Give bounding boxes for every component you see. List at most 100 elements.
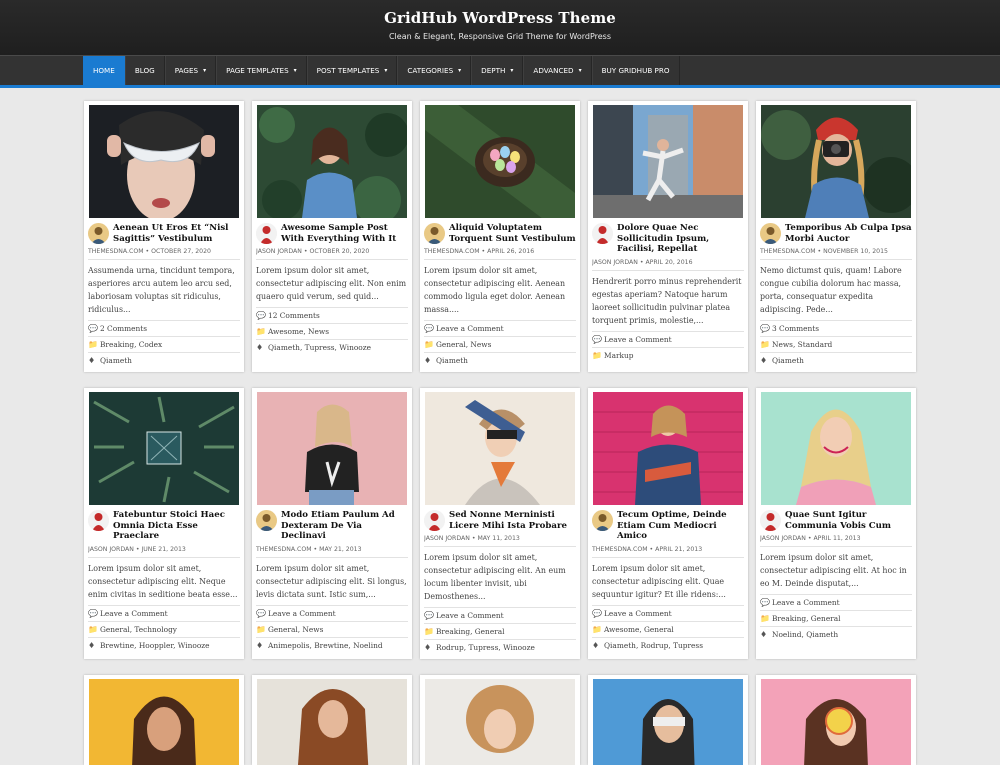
post-comments-links[interactable]: Leave a Comment [436, 324, 504, 333]
post-thumbnail-image[interactable] [593, 105, 743, 218]
post-thumbnail-image[interactable] [89, 392, 239, 505]
post-excerpt: Lorem ipsum dolor sit amet, consectetur … [424, 553, 566, 601]
post-thumbnail-image[interactable] [593, 679, 743, 765]
folder-icon: 📁 [424, 627, 434, 636]
nav-item-post-templates[interactable]: Post Templates ▾ [306, 56, 398, 85]
post-title[interactable]: Dolore Quae Nec Sollicitudin Ipsum, Faci… [617, 223, 744, 255]
post-comments-links[interactable]: 2 Comments [100, 324, 147, 333]
post-author[interactable]: JASON JORDAN [256, 248, 302, 255]
nav-item-pages[interactable]: Pages ▾ [164, 56, 217, 85]
caret-down-icon: ▾ [384, 67, 388, 74]
post-thumbnail-image[interactable] [761, 679, 911, 765]
post-thumbnail-image[interactable] [425, 679, 575, 765]
post-categories-links[interactable]: Awesome, News [268, 327, 329, 336]
post-author[interactable]: THEMESDNA.COM [760, 248, 816, 255]
post-tags-links[interactable]: Animepolis, Brewtine, Noelind [268, 641, 383, 650]
author-avatar [424, 510, 445, 531]
post-title[interactable]: Aliquid Voluptatem Torquent Sunt Vestibu… [449, 223, 576, 244]
post-thumbnail-image[interactable] [761, 105, 911, 218]
post-author[interactable]: THEMESDNA.COM [256, 546, 312, 553]
post-categories-links[interactable]: Awesome, General [604, 625, 674, 634]
author-avatar [256, 223, 277, 244]
post-comments-links[interactable]: Leave a Comment [604, 609, 672, 618]
post-tags-links[interactable]: Brewtine, Hooppler, Winooze [100, 641, 210, 650]
post-tags-links[interactable]: Qiameth, Rodrup, Tupress [604, 641, 703, 650]
post-comments-links[interactable]: Leave a Comment [604, 335, 672, 344]
post-categories-links[interactable]: Markup [604, 351, 633, 360]
nav-item-home[interactable]: Home [83, 56, 125, 85]
post-categories-links[interactable]: Breaking, Codex [100, 340, 162, 349]
post-title[interactable]: Fatebuntur Stoici Haec Omnia Dicta Esse … [113, 510, 240, 542]
post-title[interactable]: Quae Sunt Igitur Communia Vobis Cum [785, 510, 912, 531]
post-comments-links[interactable]: Leave a Comment [100, 609, 168, 618]
folder-icon: 📁 [88, 624, 98, 634]
post-thumbnail-image[interactable] [425, 392, 575, 505]
post-comments: 💬 3 Comments [760, 320, 912, 336]
post-categories: 📁 Breaking, General [760, 610, 912, 626]
post-date: OCTOBER 20, 2020 [309, 248, 370, 255]
posts-area: Aenean Ut Eros Et “Nisl Sagittis” Vestib… [0, 88, 1000, 765]
post-categories: 📁 Breaking, General [424, 623, 576, 639]
folder-icon: 📁 [88, 340, 98, 349]
post-thumbnail-image[interactable] [425, 105, 575, 218]
post-categories-links[interactable]: Breaking, General [772, 614, 841, 623]
post-title[interactable]: Sed Nonne Merninisti Licere Mihi Ista Pr… [449, 510, 576, 531]
post-comments-links[interactable]: Leave a Comment [772, 598, 840, 607]
post-tags-links[interactable]: Qiameth [436, 356, 468, 365]
post-title[interactable]: Temporibus Ab Culpa Ipsa Morbi Auctor [785, 223, 912, 244]
post-card [252, 675, 412, 765]
post-thumbnail-image[interactable] [257, 392, 407, 505]
post-author[interactable]: JASON JORDAN [760, 535, 806, 542]
post-author[interactable]: JASON JORDAN [88, 546, 134, 553]
post-title[interactable]: Modo Etiam Paulum Ad Dexteram De Via Dec… [281, 510, 408, 542]
post-categories: 📁 News, Standard [760, 336, 912, 352]
post-categories-links[interactable]: News, Standard [772, 340, 832, 349]
post-categories-links[interactable]: Breaking, General [436, 627, 505, 636]
nav-item-label: Pages [174, 66, 199, 75]
post-tags-links[interactable]: Qiameth, Tupress, Winooze [268, 343, 371, 352]
post-author[interactable]: THEMESDNA.COM [424, 248, 480, 255]
nav-item-page-templates[interactable]: Page Templates ▾ [216, 56, 307, 85]
post-tags-links[interactable]: Noelind, Qiameth [772, 630, 838, 639]
post-author[interactable]: JASON JORDAN [592, 259, 638, 266]
post-tags-links[interactable]: Rodrup, Tupress, Winooze [436, 643, 535, 652]
post-thumbnail-image[interactable] [257, 105, 407, 218]
post-comments-links[interactable]: 3 Comments [772, 324, 819, 333]
post-author[interactable]: JASON JORDAN [424, 535, 470, 542]
post-categories-links[interactable]: General, News [268, 625, 323, 634]
post-categories-links[interactable]: General, Technology [100, 625, 177, 634]
nav-item-advanced[interactable]: Advanced ▾ [523, 56, 592, 85]
post-categories-links[interactable]: General, News [436, 340, 491, 349]
nav-item-categories[interactable]: Categories ▾ [397, 56, 472, 85]
post-tags-links[interactable]: Qiameth [772, 356, 804, 365]
post-title[interactable]: Aenean Ut Eros Et “Nisl Sagittis” Vestib… [113, 223, 240, 244]
nav-item-buy-gridhub-pro[interactable]: Buy GridHub Pro [591, 56, 680, 85]
post-comments-links[interactable]: 12 Comments [268, 311, 320, 320]
tag-icon: ♦ [424, 356, 432, 365]
primary-navigation: Home Blog Pages ▾ Page Templates ▾ Post Templa… [0, 55, 1000, 88]
post-excerpt: Lorem ipsum dolor sit amet, consectetur … [424, 266, 566, 314]
site-title[interactable]: GridHub WordPress Theme [0, 0, 1000, 27]
tag-icon: ♦ [592, 640, 600, 650]
nav-item-blog[interactable]: Blog [124, 56, 165, 85]
comments-icon: 💬 [760, 324, 770, 333]
post-tags-links[interactable]: Qiameth [100, 356, 132, 365]
post-author[interactable]: THEMESDNA.COM [592, 546, 648, 553]
post-title[interactable]: Tecum Optime, Deinde Etiam Cum Mediocri … [617, 510, 744, 542]
post-title[interactable]: Awesome Sample Post With Everything With… [281, 223, 408, 244]
post-meta: JASON JORDAN • OCTOBER 20, 2020 [256, 248, 408, 260]
post-thumbnail-image[interactable] [761, 392, 911, 505]
post-comments: 💬 Leave a Comment [760, 594, 912, 610]
post-thumbnail-image[interactable] [593, 392, 743, 505]
nav-item-depth[interactable]: Depth ▾ [471, 56, 524, 85]
post-thumbnail-image[interactable] [89, 105, 239, 218]
post-comments-links[interactable]: Leave a Comment [436, 611, 504, 620]
post-comments: 💬 Leave a Comment [592, 604, 744, 621]
post-thumbnail-image[interactable] [257, 679, 407, 765]
post-categories: 📁 General, Technology [88, 620, 240, 637]
post-comments-links[interactable]: Leave a Comment [268, 609, 336, 618]
post-thumbnail-image[interactable] [89, 679, 239, 765]
post-excerpt: Lorem ipsum dolor sit amet, consectetur … [256, 266, 407, 301]
post-date: APRIL 11, 2013 [813, 535, 861, 542]
post-author[interactable]: THEMESDNA.COM [88, 248, 144, 255]
